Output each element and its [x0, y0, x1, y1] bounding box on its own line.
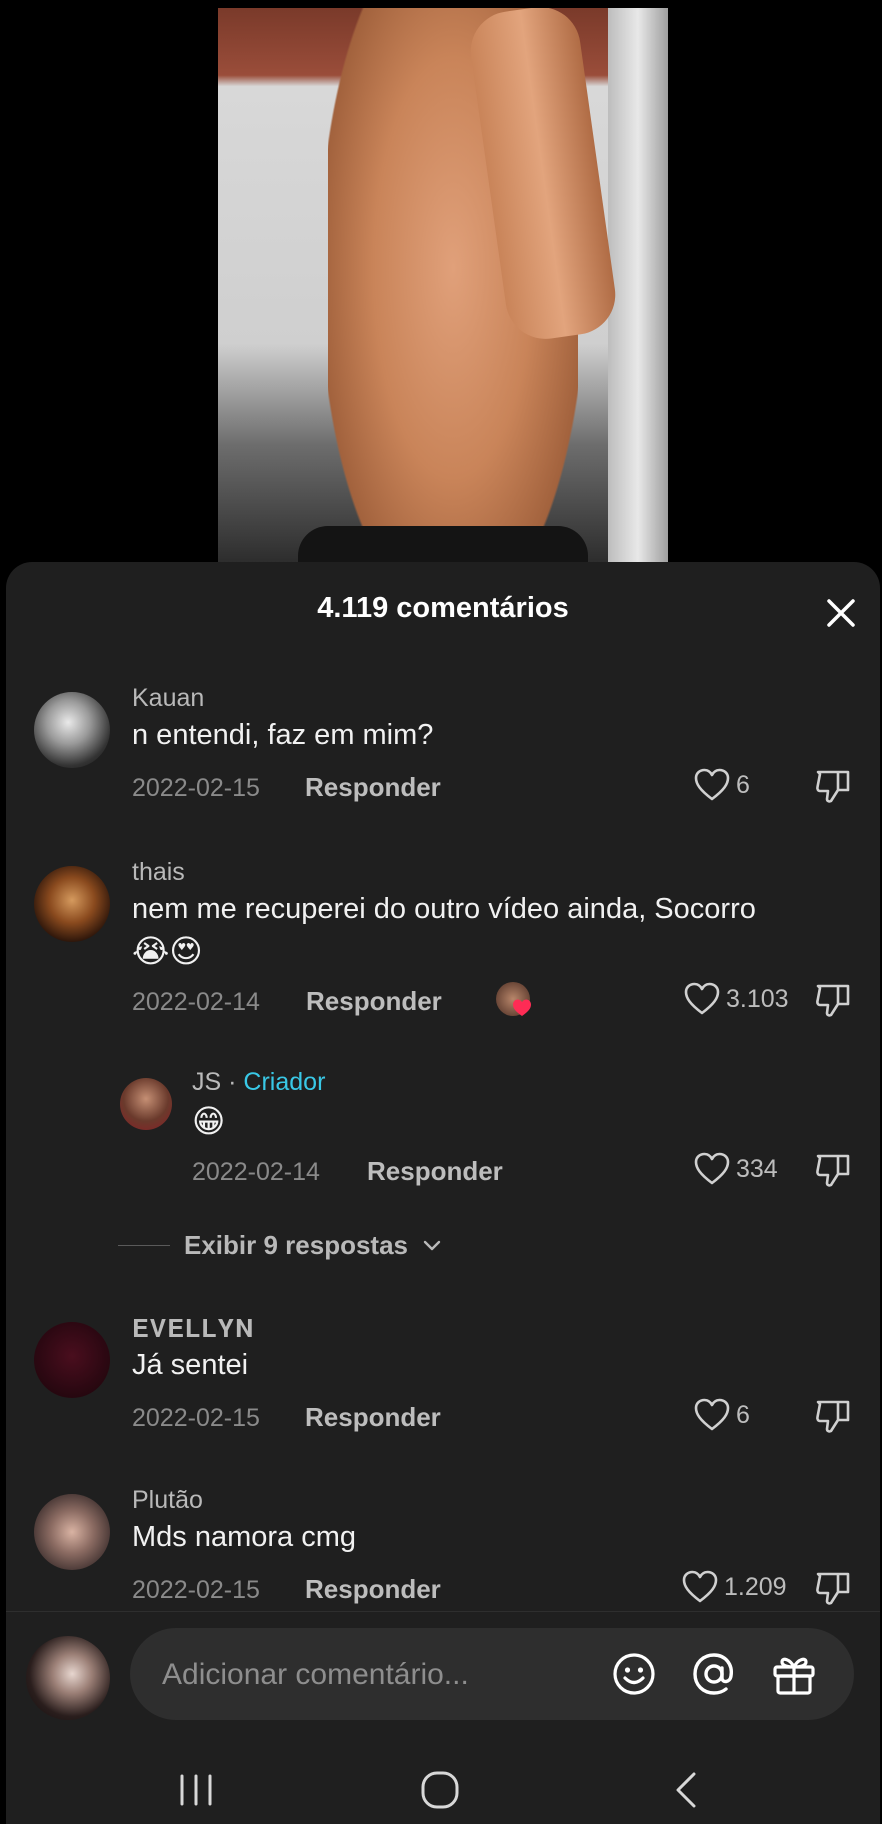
- view-replies-button[interactable]: Exibir 9 respostas: [118, 1230, 442, 1261]
- like-button[interactable]: 6: [694, 1398, 750, 1432]
- like-count: 1.209: [724, 1572, 787, 1601]
- home-icon[interactable]: [418, 1768, 464, 1812]
- heart-icon: [684, 982, 720, 1015]
- comment-input-container[interactable]: [130, 1628, 854, 1720]
- reply-username-line: JS · Criador: [192, 1068, 325, 1097]
- like-count: 6: [736, 1400, 750, 1429]
- dislike-icon[interactable]: [814, 1570, 854, 1606]
- comments-header: 4.119 comentários: [6, 562, 880, 657]
- heart-icon: [682, 1570, 718, 1603]
- comment-emojis: 😭😍: [132, 933, 203, 969]
- reply-button[interactable]: Responder: [305, 1402, 441, 1433]
- heart-icon: [694, 1398, 730, 1431]
- view-replies-label: Exibir 9 respostas: [184, 1230, 408, 1260]
- dislike-icon[interactable]: [814, 768, 854, 804]
- reply-username[interactable]: JS: [192, 1068, 221, 1096]
- creator-tag: Criador: [243, 1068, 326, 1096]
- like-button[interactable]: 334: [694, 1152, 778, 1186]
- comment-text: nem me recuperei do outro vídeo ainda, S…: [132, 893, 756, 925]
- like-button[interactable]: 3.103: [684, 982, 789, 1016]
- comment-date: 2022-02-15: [132, 1404, 260, 1432]
- gift-icon[interactable]: [770, 1650, 818, 1698]
- comment-date: 2022-02-15: [132, 774, 260, 802]
- comment-username[interactable]: Kauan: [132, 684, 204, 713]
- comment-composer: [6, 1612, 880, 1752]
- avatar[interactable]: [34, 1494, 110, 1570]
- comment-username[interactable]: 𝐄𝐕𝐄𝐋𝐋𝐘𝐍: [132, 1314, 255, 1344]
- avatar[interactable]: [34, 866, 110, 942]
- heart-icon: [694, 1152, 730, 1185]
- reply-button[interactable]: Responder: [306, 986, 442, 1017]
- comment-date: 2022-02-14: [132, 988, 260, 1016]
- like-count: 334: [736, 1154, 778, 1183]
- user-avatar[interactable]: [26, 1636, 110, 1720]
- comment-text: Mds namora cmg: [132, 1521, 357, 1553]
- reply-button[interactable]: Responder: [367, 1156, 503, 1187]
- dislike-icon[interactable]: [814, 1398, 854, 1434]
- thread-line: [118, 1245, 170, 1246]
- video-preview[interactable]: [218, 8, 668, 568]
- avatar[interactable]: [34, 692, 110, 768]
- heart-icon: [513, 999, 531, 1016]
- recent-apps-icon[interactable]: [176, 1768, 216, 1812]
- avatar[interactable]: [34, 1322, 110, 1398]
- comment-input[interactable]: [160, 1650, 594, 1700]
- system-nav-bar: [0, 1760, 882, 1824]
- background-window: [608, 8, 668, 568]
- like-button[interactable]: 6: [694, 768, 750, 802]
- emoji-icon[interactable]: [610, 1650, 658, 1698]
- mention-icon[interactable]: [690, 1650, 738, 1698]
- back-icon[interactable]: [668, 1768, 704, 1812]
- heart-icon: [694, 768, 730, 801]
- reply-date: 2022-02-14: [192, 1158, 320, 1186]
- avatar[interactable]: [120, 1078, 172, 1130]
- like-count: 6: [736, 770, 750, 799]
- reply-button[interactable]: Responder: [305, 1574, 441, 1605]
- dislike-icon[interactable]: [814, 982, 854, 1018]
- username-separator: ·: [228, 1068, 237, 1096]
- creator-liked-badge: [496, 982, 532, 1018]
- dislike-icon[interactable]: [814, 1152, 854, 1188]
- comment-text: n entendi, faz em mim?: [132, 719, 434, 751]
- comment-date: 2022-02-15: [132, 1576, 260, 1604]
- comments-count-title: 4.119 comentários: [317, 592, 569, 624]
- close-button[interactable]: [824, 596, 858, 630]
- close-icon: [827, 599, 855, 627]
- comment-username[interactable]: Plutão: [132, 1486, 203, 1515]
- like-button[interactable]: 1.209: [682, 1570, 787, 1604]
- chevron-down-icon: [423, 1240, 441, 1250]
- comments-sheet: 4.119 comentários Kauan n entendi, faz e…: [6, 562, 880, 1824]
- like-count: 3.103: [726, 984, 789, 1013]
- reply-text: 😁: [192, 1103, 226, 1139]
- comment-username[interactable]: thais: [132, 858, 185, 887]
- reply-button[interactable]: Responder: [305, 772, 441, 803]
- comment-text: Já sentei: [132, 1349, 249, 1381]
